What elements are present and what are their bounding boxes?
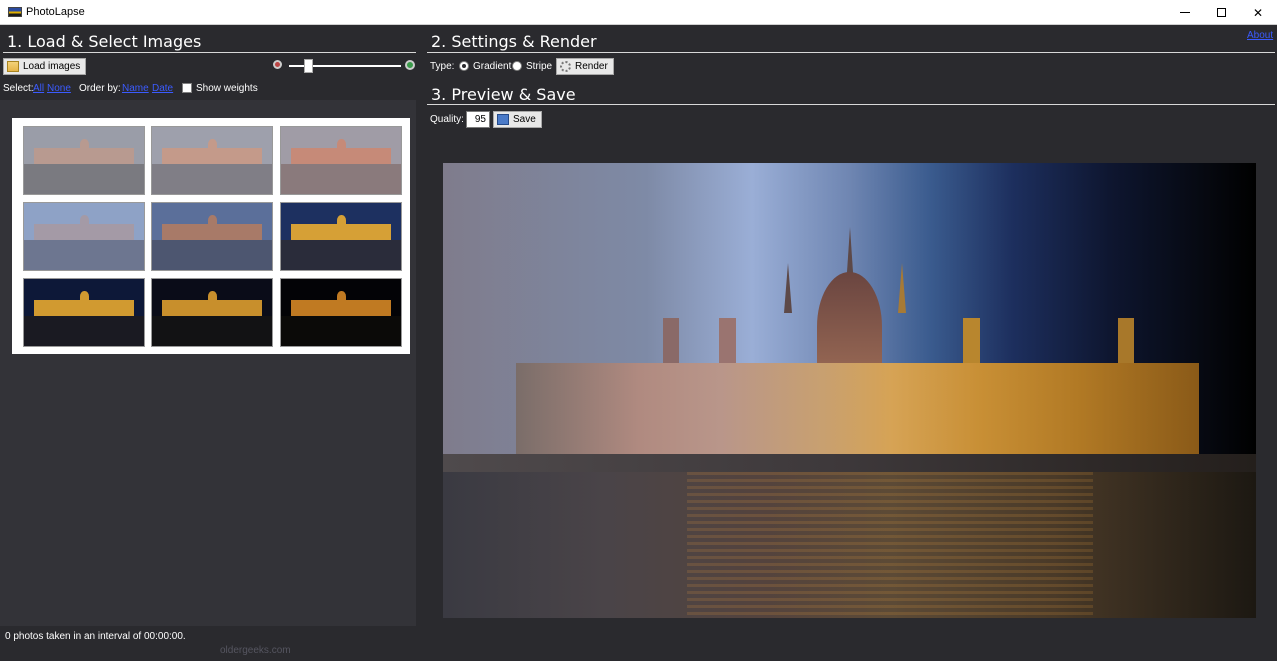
load-images-button[interactable]: Load images — [3, 58, 87, 75]
thumbnail-water — [281, 163, 401, 194]
close-icon: ✕ — [1252, 5, 1264, 20]
maximize-icon — [1216, 8, 1226, 17]
section-preview-divider — [427, 104, 1275, 105]
gradient-radio[interactable] — [459, 61, 469, 71]
select-all-link[interactable]: All — [33, 83, 44, 94]
maximize-button[interactable] — [1202, 0, 1240, 25]
gear-icon — [560, 61, 571, 72]
minimize-icon — [1180, 12, 1190, 13]
render-button[interactable]: Render — [556, 58, 614, 75]
thumbnail-water — [24, 239, 144, 270]
quality-input[interactable]: 95 — [466, 111, 490, 128]
thumbnail-4[interactable] — [23, 202, 145, 271]
stripe-radio[interactable] — [512, 61, 522, 71]
preview-spire — [784, 263, 793, 314]
show-weights-checkbox[interactable] — [182, 83, 192, 93]
type-label: Type: — [430, 61, 455, 72]
preview-reflection — [686, 472, 1094, 618]
thumbnail-panel — [0, 100, 416, 626]
zoom-out-icon[interactable] — [273, 60, 282, 69]
preview-shore — [443, 454, 1256, 473]
thumbnail-building — [290, 148, 392, 164]
app-body: 1. Load & Select Images 2. Settings & Re… — [0, 25, 1277, 661]
app-icon — [8, 7, 22, 17]
thumbnail-2[interactable] — [151, 126, 273, 195]
order-name-link[interactable]: Name — [122, 83, 149, 94]
thumbnail-water — [281, 239, 401, 270]
thumbnail-building — [161, 148, 263, 164]
thumbnail-water — [24, 315, 144, 346]
preview-spire — [898, 263, 907, 314]
close-button[interactable]: ✕ — [1239, 0, 1277, 25]
minimize-button[interactable] — [1166, 0, 1204, 25]
select-label: Select: — [3, 83, 34, 94]
show-weights-label: Show weights — [196, 83, 258, 94]
section-settings-title: 2. Settings & Render — [431, 32, 597, 51]
thumbnail-building — [290, 224, 392, 240]
order-by-label: Order by: — [79, 83, 121, 94]
window-title: PhotoLapse — [26, 6, 85, 18]
thumbnail-grid — [12, 118, 410, 354]
thumbnail-building — [161, 300, 263, 316]
section-load-title: 1. Load & Select Images — [7, 32, 202, 51]
order-date-link[interactable]: Date — [152, 83, 173, 94]
gradient-label: Gradient — [473, 61, 512, 72]
save-label: Save — [513, 114, 536, 125]
thumbnail-3[interactable] — [280, 126, 402, 195]
section-preview-title: 3. Preview & Save — [431, 85, 576, 104]
save-button[interactable]: Save — [493, 111, 542, 128]
thumbnail-8[interactable] — [151, 278, 273, 347]
thumbnail-1[interactable] — [23, 126, 145, 195]
thumbnail-water — [152, 239, 272, 270]
folder-icon — [7, 61, 19, 72]
thumbnail-building — [290, 300, 392, 316]
watermark: oldergeeks.com — [220, 645, 291, 656]
section-load-divider — [3, 52, 416, 53]
zoom-slider-thumb[interactable] — [304, 59, 313, 73]
thumbnail-5[interactable] — [151, 202, 273, 271]
thumbnail-water — [281, 315, 401, 346]
thumbnail-6[interactable] — [280, 202, 402, 271]
thumbnail-water — [152, 163, 272, 194]
thumbnail-7[interactable] — [23, 278, 145, 347]
preview-building — [516, 363, 1200, 464]
about-link[interactable]: About — [1247, 30, 1273, 41]
thumbnail-building — [33, 148, 135, 164]
stripe-label: Stripe — [526, 61, 553, 72]
quality-label: Quality: — [430, 114, 464, 125]
thumbnail-water — [152, 315, 272, 346]
thumbnail-9[interactable] — [280, 278, 402, 347]
thumbnail-building — [33, 300, 135, 316]
load-images-label: Load images — [23, 61, 81, 72]
save-icon — [497, 114, 509, 125]
zoom-in-icon[interactable] — [405, 60, 415, 70]
select-none-link[interactable]: None — [47, 83, 71, 94]
preview-image — [443, 163, 1256, 618]
section-settings-divider — [427, 52, 1275, 53]
thumbnail-water — [24, 163, 144, 194]
thumbnail-building — [33, 224, 135, 240]
status-text: 0 photos taken in an interval of 00:00:0… — [5, 631, 186, 642]
thumbnail-building — [161, 224, 263, 240]
title-bar: PhotoLapse ✕ — [0, 0, 1277, 25]
render-label: Render — [575, 61, 608, 72]
